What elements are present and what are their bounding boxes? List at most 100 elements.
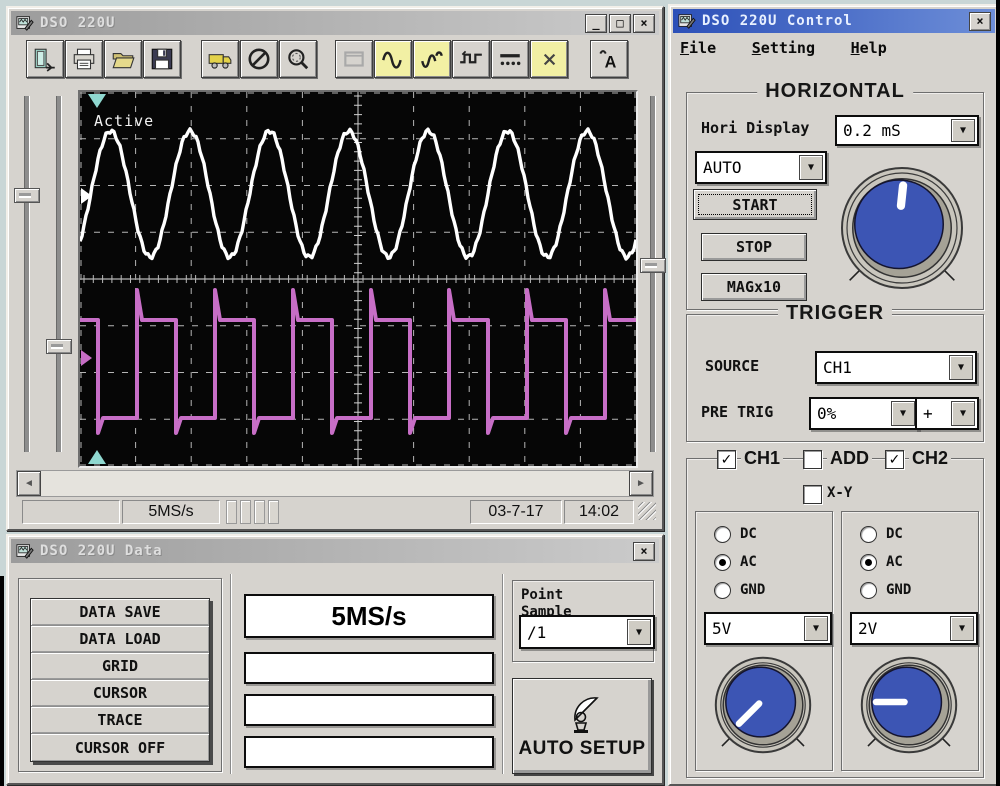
ch2-volts-select[interactable]: 2V ▼ xyxy=(850,612,978,645)
main-window-title: DSO 220U xyxy=(40,15,115,31)
status-segment xyxy=(226,500,237,524)
ch2-gnd-radio[interactable] xyxy=(860,582,877,599)
data-titlebar[interactable]: DSO 220U Data × xyxy=(11,539,659,563)
ch2-position-slider[interactable] xyxy=(46,339,72,354)
ch1-gnd-radio[interactable] xyxy=(714,582,731,599)
toolbar-button-erase[interactable] xyxy=(530,40,568,78)
control-titlebar[interactable]: DSO 220U Control × xyxy=(673,9,995,33)
toolbar-button-sine[interactable] xyxy=(374,40,412,78)
close-button[interactable]: × xyxy=(633,542,655,561)
status-time: 14:02 xyxy=(564,500,634,524)
ch2-ac-radio[interactable] xyxy=(860,554,877,571)
chevron-down-icon[interactable]: ▼ xyxy=(804,616,828,641)
x-mark-icon xyxy=(536,46,562,72)
add-checkbox[interactable] xyxy=(803,450,822,469)
toolbar-button-exit[interactable] xyxy=(26,40,64,78)
toolbar-button-print[interactable] xyxy=(65,40,103,78)
chevron-down-icon[interactable]: ▼ xyxy=(950,616,974,641)
data-load-button[interactable]: DATA LOAD xyxy=(31,626,209,653)
trigger-group: TRIGGER SOURCE CH1 ▼ PRE TRIG 0% ▼ + ▼ xyxy=(686,314,984,442)
scroll-left-icon[interactable]: ◄ xyxy=(17,471,41,496)
ch1-checkbox[interactable]: ✓ xyxy=(717,450,736,469)
ch1-position-track[interactable] xyxy=(24,96,30,452)
horizontal-scrollbar[interactable]: ◄ ► xyxy=(16,470,654,497)
toolbar-button-window[interactable] xyxy=(335,40,373,78)
trigger-mode-value: AUTO xyxy=(703,158,742,177)
ch1-checkbox-label: CH1 xyxy=(741,448,783,469)
truck-icon xyxy=(207,46,233,72)
chevron-down-icon[interactable]: ▼ xyxy=(891,401,915,426)
xy-checkbox-label: X-Y xyxy=(827,485,852,501)
print-icon xyxy=(71,46,97,72)
resize-grip[interactable] xyxy=(638,502,656,520)
point-sample-select[interactable]: /1 ▼ xyxy=(519,615,655,649)
xy-checkbox[interactable] xyxy=(803,485,822,504)
ch2-dc-radio[interactable] xyxy=(860,526,877,543)
sine-wave-icon xyxy=(380,46,406,72)
toolbar-button-square-wave[interactable] xyxy=(452,40,490,78)
ch1-volts-value: 5V xyxy=(712,619,731,638)
chevron-down-icon[interactable]: ▼ xyxy=(951,401,975,426)
toolbar-button-dotted[interactable] xyxy=(491,40,529,78)
timebase-value: 0.2 mS xyxy=(843,121,901,140)
toolbar-button-stop-acquire[interactable] xyxy=(240,40,278,78)
ch2-position-track[interactable] xyxy=(56,96,62,452)
stop-button[interactable]: STOP xyxy=(701,233,807,261)
close-button[interactable]: × xyxy=(969,12,991,31)
ch1-dc-radio[interactable] xyxy=(714,526,731,543)
toolbar-button-font[interactable]: A xyxy=(590,40,628,78)
grid-button[interactable]: GRID xyxy=(31,653,209,680)
ch2-checkbox[interactable]: ✓ xyxy=(885,450,904,469)
pretrig-value: 0% xyxy=(817,404,836,423)
auto-setup-button[interactable]: AUTO SETUP xyxy=(512,678,652,774)
ch1-ac-radio[interactable] xyxy=(714,554,731,571)
toolbar-button-save[interactable] xyxy=(143,40,181,78)
data-window: DSO 220U Data × DATA SAVE DATA LOAD GRID… xyxy=(6,534,664,785)
ch1-volts-select[interactable]: 5V ▼ xyxy=(704,612,832,645)
auto-setup-label: AUTO SETUP xyxy=(518,738,645,760)
channels-group: ✓ CH1 ADD ✓ CH2 X-Y DC AC GND 5V ▼ xyxy=(686,458,984,778)
menu-setting[interactable]: Setting xyxy=(752,39,815,57)
trigger-title: TRIGGER xyxy=(778,302,892,325)
minimize-button[interactable]: _ xyxy=(585,14,607,33)
horizontal-knob[interactable] xyxy=(827,153,977,303)
cursor-button[interactable]: CURSOR xyxy=(31,680,209,707)
data-window-title: DSO 220U Data xyxy=(40,543,163,559)
data-button-stack: DATA SAVE DATA LOAD GRID CURSOR TRACE CU… xyxy=(30,598,210,762)
ch1-panel: DC AC GND 5V ▼ xyxy=(695,511,833,771)
main-window: DSO 220U _ □ × A xyxy=(6,6,664,531)
menu-file[interactable]: File xyxy=(680,39,716,57)
trace-button[interactable]: TRACE xyxy=(31,707,209,734)
maximize-button[interactable]: □ xyxy=(609,14,631,33)
start-button[interactable]: START xyxy=(693,189,817,220)
mag-x10-button[interactable]: MAGx10 xyxy=(701,273,807,301)
chevron-down-icon[interactable]: ▼ xyxy=(949,355,973,380)
trigger-source-select[interactable]: CH1 ▼ xyxy=(815,351,977,384)
menu-help[interactable]: Help xyxy=(851,39,887,57)
scroll-right-icon[interactable]: ► xyxy=(629,471,653,496)
ch1-dc-label: DC xyxy=(740,526,757,542)
font-icon: A xyxy=(596,46,622,72)
toolbar-button-wave2[interactable] xyxy=(413,40,451,78)
save-icon xyxy=(149,46,175,72)
timebase-select[interactable]: 0.2 mS ▼ xyxy=(835,115,979,146)
ch1-position-slider[interactable] xyxy=(14,188,40,203)
chevron-down-icon[interactable]: ▼ xyxy=(951,119,975,142)
trigger-level-slider[interactable] xyxy=(640,258,666,273)
close-button[interactable]: × xyxy=(633,14,655,33)
window-outline-icon xyxy=(341,46,367,72)
toolbar-button-zoom[interactable] xyxy=(279,40,317,78)
ch2-volts-knob[interactable] xyxy=(850,646,968,764)
pretrig-select[interactable]: 0% ▼ xyxy=(809,397,919,430)
toolbar-button-acquire[interactable] xyxy=(201,40,239,78)
toolbar-button-open[interactable] xyxy=(104,40,142,78)
ch1-volts-knob[interactable] xyxy=(704,646,822,764)
chevron-down-icon[interactable]: ▼ xyxy=(799,155,823,180)
chevron-down-icon[interactable]: ▼ xyxy=(627,619,651,645)
trigger-level-track[interactable] xyxy=(650,96,656,452)
data-save-button[interactable]: DATA SAVE xyxy=(31,599,209,626)
main-titlebar[interactable]: DSO 220U _ □ × xyxy=(11,11,659,35)
trigger-mode-select[interactable]: AUTO ▼ xyxy=(695,151,827,184)
cursor-off-button[interactable]: CURSOR OFF xyxy=(31,734,209,761)
trigger-slope-select[interactable]: + ▼ xyxy=(915,397,979,430)
